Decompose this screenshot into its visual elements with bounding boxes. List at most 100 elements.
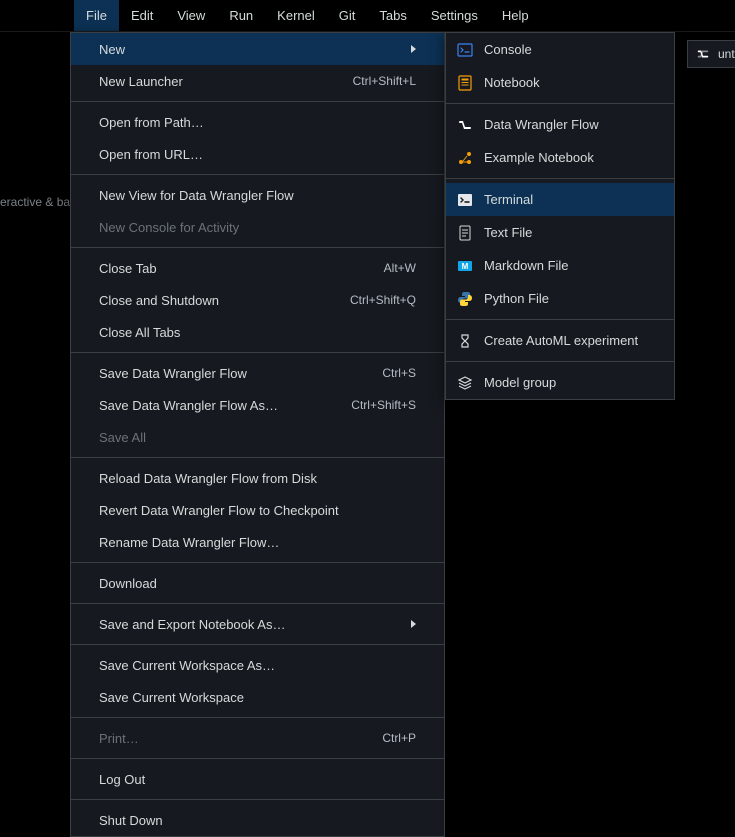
menu-item-label: Save Data Wrangler Flow As… bbox=[99, 398, 351, 413]
new-submenu-item-notebook[interactable]: Notebook bbox=[446, 66, 674, 99]
example-icon bbox=[456, 149, 474, 167]
menu-item-accelerator: Ctrl+Shift+Q bbox=[350, 293, 416, 307]
menubar-item-file[interactable]: File bbox=[74, 0, 119, 31]
menu-item-label: Rename Data Wrangler Flow… bbox=[99, 535, 416, 550]
submenu-item-label: Notebook bbox=[484, 75, 660, 90]
file-menu-item-save-all: Save All bbox=[71, 421, 444, 453]
submenu-item-label: Data Wrangler Flow bbox=[484, 117, 660, 132]
file-menu-item-close-all-tabs[interactable]: Close All Tabs bbox=[71, 316, 444, 348]
menubar-item-settings[interactable]: Settings bbox=[419, 0, 490, 31]
file-menu-item-save-current-workspace-as[interactable]: Save Current Workspace As… bbox=[71, 649, 444, 681]
menu-item-label: Print… bbox=[99, 731, 382, 746]
file-menu-item-shut-down[interactable]: Shut Down bbox=[71, 804, 444, 836]
menubar-item-tabs[interactable]: Tabs bbox=[367, 0, 418, 31]
menu-item-label: Close All Tabs bbox=[99, 325, 416, 340]
menubar: File Edit View Run Kernel Git Tabs Setti… bbox=[0, 0, 735, 32]
menu-item-label: Save Current Workspace bbox=[99, 690, 416, 705]
console-icon bbox=[456, 41, 474, 59]
text-icon bbox=[456, 224, 474, 242]
file-menu-item-download[interactable]: Download bbox=[71, 567, 444, 599]
menu-separator bbox=[71, 603, 444, 604]
menu-item-label: Open from URL… bbox=[99, 147, 416, 162]
menubar-item-run[interactable]: Run bbox=[217, 0, 265, 31]
menu-separator bbox=[71, 562, 444, 563]
menu-separator bbox=[71, 101, 444, 102]
markdown-icon: M bbox=[456, 257, 474, 275]
file-menu-item-log-out[interactable]: Log Out bbox=[71, 763, 444, 795]
file-menu-item-save-data-wrangler-flow-as[interactable]: Save Data Wrangler Flow As…Ctrl+Shift+S bbox=[71, 389, 444, 421]
modelgroup-icon bbox=[456, 374, 474, 392]
file-menu-item-save-and-export-notebook-as[interactable]: Save and Export Notebook As… bbox=[71, 608, 444, 640]
new-submenu-item-create-automl-experiment[interactable]: Create AutoML experiment bbox=[446, 324, 674, 357]
new-submenu-item-console[interactable]: Console bbox=[446, 33, 674, 66]
submenu-arrow-icon bbox=[411, 620, 416, 628]
menubar-item-edit[interactable]: Edit bbox=[119, 0, 165, 31]
python-icon bbox=[456, 290, 474, 308]
file-menu-item-open-from-url[interactable]: Open from URL… bbox=[71, 138, 444, 170]
file-menu-item-close-tab[interactable]: Close TabAlt+W bbox=[71, 252, 444, 284]
menu-item-label: New View for Data Wrangler Flow bbox=[99, 188, 416, 203]
new-submenu-item-python-file[interactable]: Python File bbox=[446, 282, 674, 315]
menu-separator bbox=[71, 457, 444, 458]
file-menu-item-save-data-wrangler-flow[interactable]: Save Data Wrangler FlowCtrl+S bbox=[71, 357, 444, 389]
menu-item-label: Save All bbox=[99, 430, 416, 445]
submenu-item-label: Model group bbox=[484, 375, 660, 390]
menu-item-accelerator: Ctrl+S bbox=[382, 366, 416, 380]
menu-item-label: Shut Down bbox=[99, 813, 416, 828]
menubar-item-view[interactable]: View bbox=[165, 0, 217, 31]
notebook-icon bbox=[456, 74, 474, 92]
menu-item-label: New Console for Activity bbox=[99, 220, 416, 235]
new-submenu-item-terminal[interactable]: Terminal bbox=[446, 183, 674, 216]
file-menu-item-revert-data-wrangler-flow-to-checkpoint[interactable]: Revert Data Wrangler Flow to Checkpoint bbox=[71, 494, 444, 526]
submenu-item-label: Create AutoML experiment bbox=[484, 333, 660, 348]
flow-icon bbox=[456, 116, 474, 134]
menu-item-accelerator: Ctrl+Shift+S bbox=[351, 398, 416, 412]
file-menu-item-reload-data-wrangler-flow-from-disk[interactable]: Reload Data Wrangler Flow from Disk bbox=[71, 462, 444, 494]
menu-item-label: Reload Data Wrangler Flow from Disk bbox=[99, 471, 416, 486]
new-submenu-item-markdown-file[interactable]: MMarkdown File bbox=[446, 249, 674, 282]
menubar-item-help[interactable]: Help bbox=[490, 0, 541, 31]
menu-item-label: Open from Path… bbox=[99, 115, 416, 130]
file-menu-dropdown: New New LauncherCtrl+Shift+L Open from Pat… bbox=[70, 32, 445, 837]
new-submenu-item-example-notebook[interactable]: Example Notebook bbox=[446, 141, 674, 174]
file-menu-item-save-current-workspace[interactable]: Save Current Workspace bbox=[71, 681, 444, 713]
flow-icon bbox=[694, 45, 712, 63]
menubar-spacer bbox=[4, 0, 74, 31]
menu-item-label: Close and Shutdown bbox=[99, 293, 350, 308]
submenu-separator bbox=[446, 319, 674, 320]
menu-item-accelerator: Alt+W bbox=[384, 261, 416, 275]
background-tab-label: unt bbox=[718, 47, 735, 61]
submenu-separator bbox=[446, 361, 674, 362]
file-menu-item-close-and-shutdown[interactable]: Close and ShutdownCtrl+Shift+Q bbox=[71, 284, 444, 316]
menu-item-label: Save Current Workspace As… bbox=[99, 658, 416, 673]
file-menu-item-open-from-path[interactable]: Open from Path… bbox=[71, 106, 444, 138]
new-submenu-item-data-wrangler-flow[interactable]: Data Wrangler Flow bbox=[446, 108, 674, 141]
file-menu-item-new-console-for-activity: New Console for Activity bbox=[71, 211, 444, 243]
new-submenu-item-text-file[interactable]: Text File bbox=[446, 216, 674, 249]
menu-item-label: Download bbox=[99, 576, 416, 591]
file-menu-item-new-launcher[interactable]: New LauncherCtrl+Shift+L bbox=[71, 65, 444, 97]
background-tab[interactable]: unt bbox=[687, 40, 735, 68]
file-menu-item-new-view-for-data-wrangler-flow[interactable]: New View for Data Wrangler Flow bbox=[71, 179, 444, 211]
menubar-item-kernel[interactable]: Kernel bbox=[265, 0, 327, 31]
submenu-item-label: Terminal bbox=[484, 192, 660, 207]
menu-separator bbox=[71, 247, 444, 248]
new-submenu: Console Notebook Data Wrangler Flow Example… bbox=[445, 32, 675, 400]
menu-item-label: Save and Export Notebook As… bbox=[99, 617, 403, 632]
submenu-arrow-icon bbox=[411, 45, 416, 53]
menu-item-label: New bbox=[99, 42, 403, 57]
file-menu-item-new[interactable]: New bbox=[71, 33, 444, 65]
file-menu-item-rename-data-wrangler-flow[interactable]: Rename Data Wrangler Flow… bbox=[71, 526, 444, 558]
new-submenu-item-model-group[interactable]: Model group bbox=[446, 366, 674, 399]
terminal-icon bbox=[456, 191, 474, 209]
menu-item-label: Log Out bbox=[99, 772, 416, 787]
submenu-item-label: Python File bbox=[484, 291, 660, 306]
menu-separator bbox=[71, 799, 444, 800]
menu-item-label: Close Tab bbox=[99, 261, 384, 276]
submenu-separator bbox=[446, 103, 674, 104]
submenu-item-label: Console bbox=[484, 42, 660, 57]
svg-text:M: M bbox=[462, 262, 469, 271]
menubar-item-git[interactable]: Git bbox=[327, 0, 368, 31]
menu-item-accelerator: Ctrl+P bbox=[382, 731, 416, 745]
menu-item-accelerator: Ctrl+Shift+L bbox=[353, 74, 416, 88]
